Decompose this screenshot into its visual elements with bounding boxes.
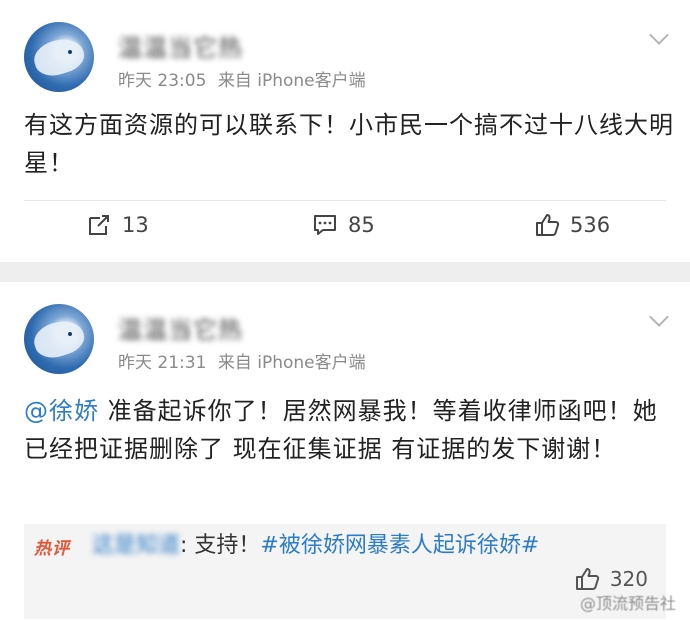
username-text: 温温当它热	[118, 316, 243, 344]
comment-count: 85	[348, 213, 375, 237]
like-icon	[536, 214, 560, 236]
post-time: 昨天 23:05	[118, 71, 207, 91]
whale-avatar-graphic	[29, 315, 89, 363]
hot-comment-user[interactable]: 这是知道	[92, 533, 180, 558]
hot-comment[interactable]: 热评 这是知道: 支持！#被徐娇网暴素人起诉徐娇# 320	[24, 524, 666, 619]
hot-comment-like-count: 320	[609, 567, 648, 591]
feed-separator	[0, 262, 690, 282]
avatar-eye	[68, 50, 72, 54]
chevron-down-icon[interactable]	[649, 25, 669, 45]
post-meta: 昨天 23:05 来自 iPhone客户端	[118, 66, 372, 91]
comment-icon	[314, 215, 336, 235]
post-actions: 13 85 536	[0, 212, 690, 252]
post-content: 有这方面资源的可以联系下！小市民一个搞不过十八线大明星！	[24, 111, 674, 177]
post-time: 昨天 21:31	[118, 353, 207, 373]
like-count: 536	[570, 213, 611, 237]
hot-comment-badge: 热评	[34, 539, 70, 559]
weibo-post-1: 温温当它热 昨天 23:05 来自 iPhone客户端 有这方面资源的可以联系下…	[0, 0, 690, 262]
hashtag-link[interactable]: #被徐娇网暴素人起诉徐娇#	[260, 533, 539, 558]
like-icon	[575, 568, 599, 590]
whale-avatar-graphic	[29, 33, 89, 81]
chevron-down-icon[interactable]	[649, 307, 669, 327]
hot-comment-body: : 支持！	[180, 533, 261, 558]
post-content: @徐娇 准备起诉你了！居然网暴我！等着收律师函吧！她已经把证据删除了 现在征集证…	[24, 392, 674, 468]
hot-comment-like-button[interactable]: 320	[574, 566, 648, 592]
username[interactable]: 温温当它热	[118, 310, 243, 345]
comment-button[interactable]: 85	[312, 212, 375, 238]
avatar[interactable]	[24, 304, 94, 374]
post-source: 来自 iPhone客户端	[217, 353, 366, 373]
divider	[24, 200, 666, 201]
repost-icon	[89, 215, 109, 235]
mention-link[interactable]: @徐娇	[24, 397, 99, 425]
weibo-post-2: 温温当它热 昨天 21:31 来自 iPhone客户端 @徐娇 准备起诉你了！居…	[0, 282, 690, 620]
watermark: @顶流预告社	[579, 594, 676, 613]
post-content-text: 准备起诉你了！居然网暴我！等着收律师函吧！她已经把证据删除了 现在征集证据 有证…	[24, 397, 658, 463]
post-source: 来自 iPhone客户端	[217, 71, 366, 91]
repost-button[interactable]: 13	[86, 212, 149, 238]
avatar[interactable]	[24, 22, 94, 92]
hot-comment-text: 这是知道: 支持！#被徐娇网暴素人起诉徐娇#	[92, 528, 552, 564]
post-meta: 昨天 21:31 来自 iPhone客户端	[118, 348, 372, 373]
repost-count: 13	[122, 213, 149, 237]
username[interactable]: 温温当它热	[118, 28, 243, 63]
username-text: 温温当它热	[118, 34, 243, 62]
avatar-eye	[68, 332, 72, 336]
like-button[interactable]: 536	[534, 212, 610, 238]
